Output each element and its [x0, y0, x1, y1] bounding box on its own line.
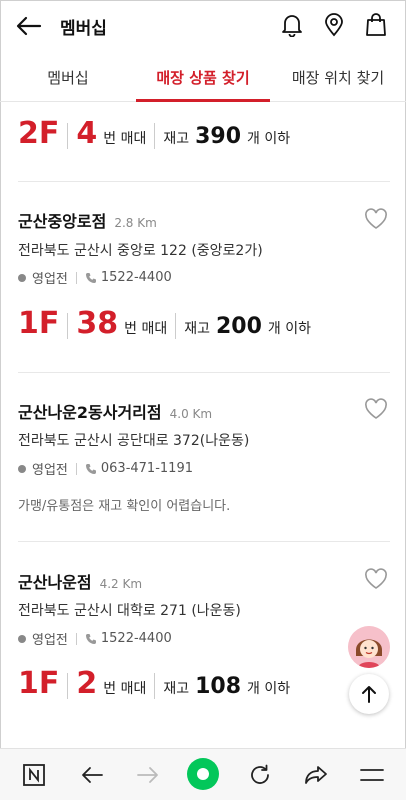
stock-label: 재고	[163, 131, 190, 147]
shelf-label: 번 매대	[103, 681, 147, 697]
shelf-number: 38	[76, 306, 119, 341]
browser-share-button[interactable]	[302, 761, 330, 789]
tab-bar: 멤버십 매장 상품 찾기 매장 위치 찾기	[0, 52, 406, 102]
floor-label: 1F	[18, 666, 60, 701]
tab-membership[interactable]: 멤버십	[0, 52, 136, 102]
stock-info-row: 2F 4 번 매대 재고 390 개 이하	[18, 116, 290, 156]
store-address: 전라북도 군산시 중앙로 122 (중앙로2가)	[18, 243, 263, 259]
page-title: 멤버십	[60, 19, 107, 39]
home-circle-icon	[187, 758, 219, 790]
status-dot	[18, 273, 26, 282]
store-status: 영업전	[32, 633, 68, 648]
bell-icon	[282, 15, 302, 37]
map-pin-icon	[325, 13, 343, 37]
stock-info-row: 1F 38 번 매대 재고 200 개 이하	[18, 306, 311, 346]
stock-count: 108	[195, 674, 242, 699]
stock-suffix: 개 이하	[247, 131, 291, 147]
refresh-icon	[251, 764, 269, 784]
naver-button[interactable]	[20, 761, 48, 789]
shelf-number: 4	[76, 116, 98, 151]
shelf-label: 번 매대	[103, 131, 147, 147]
tab-store-location-search[interactable]: 매장 위치 찾기	[270, 52, 406, 102]
store-address: 전라북도 군산시 공단대로 372(나운동)	[18, 433, 250, 449]
floor-label: 1F	[18, 306, 60, 341]
shelf-number: 2	[76, 666, 98, 701]
store-location-button[interactable]	[321, 12, 347, 38]
share-icon	[305, 766, 327, 784]
stock-notice: 가맹/유통점은 재고 확인이 어렵습니다.	[18, 499, 231, 514]
store-name[interactable]: 군산나운2동사거리점 4.0 Km	[18, 399, 212, 423]
store-status: 영업전	[32, 272, 68, 287]
phone-icon	[85, 272, 96, 283]
status-dot	[18, 464, 26, 473]
phone-icon	[85, 633, 96, 644]
active-tab-indicator	[136, 99, 270, 102]
store-name-text: 군산중앙로점	[18, 212, 107, 231]
stock-count: 390	[195, 124, 242, 149]
divider	[18, 181, 390, 182]
separator	[75, 462, 77, 475]
separator	[154, 123, 156, 149]
browser-home-button[interactable]	[186, 757, 220, 791]
separator	[154, 673, 156, 699]
back-button[interactable]	[14, 12, 44, 40]
avatar-icon	[348, 626, 390, 668]
back-arrow-icon	[16, 16, 42, 36]
heart-icon[interactable]	[364, 208, 388, 230]
header: 멤버십	[0, 0, 406, 52]
store-meta: 영업전 1522-4400	[18, 629, 172, 648]
divider	[18, 541, 390, 542]
store-address: 전라북도 군산시 대학로 271 (나운동)	[18, 603, 241, 619]
separator	[67, 673, 69, 699]
store-status: 영업전	[32, 463, 68, 478]
notification-button[interactable]	[279, 12, 305, 38]
scroll-to-top-button[interactable]	[349, 674, 389, 714]
forward-arrow-icon	[137, 767, 158, 783]
divider	[18, 372, 390, 373]
browser-refresh-button[interactable]	[246, 761, 274, 789]
browser-forward-button[interactable]	[134, 761, 162, 789]
arrow-up-icon	[362, 686, 376, 703]
store-distance: 4.2 Km	[99, 577, 143, 591]
store-phone[interactable]: 063-471-1191	[101, 461, 193, 476]
stock-count: 200	[215, 314, 262, 339]
stock-label: 재고	[163, 681, 190, 697]
store-distance: 4.0 Km	[169, 407, 213, 421]
floor-label: 2F	[18, 116, 60, 151]
cart-button[interactable]	[363, 12, 389, 38]
menu-icon	[360, 769, 384, 781]
browser-menu-button[interactable]	[358, 761, 386, 789]
separator	[75, 632, 77, 645]
naver-n-icon	[23, 764, 45, 786]
heart-icon[interactable]	[364, 568, 388, 590]
store-phone[interactable]: 1522-4400	[101, 631, 172, 646]
separator	[67, 123, 69, 149]
store-meta: 영업전 1522-4400	[18, 268, 172, 287]
tab-store-product-search[interactable]: 매장 상품 찾기	[136, 52, 270, 102]
status-dot	[18, 634, 26, 643]
back-arrow-icon	[82, 767, 103, 783]
shopping-bag-icon	[366, 13, 386, 36]
store-name[interactable]: 군산나운점 4.2 Km	[18, 569, 142, 593]
stock-info-row: 1F 2 번 매대 재고 108 개 이하	[18, 666, 290, 706]
phone-icon	[85, 463, 96, 474]
heart-icon[interactable]	[364, 398, 388, 420]
stock-suffix: 개 이하	[247, 681, 291, 697]
browser-back-button[interactable]	[78, 761, 106, 789]
chatbot-avatar-button[interactable]	[348, 626, 390, 668]
store-meta: 영업전 063-471-1191	[18, 459, 193, 478]
store-phone[interactable]: 1522-4400	[101, 270, 172, 285]
shelf-label: 번 매대	[124, 321, 168, 337]
stock-label: 재고	[184, 321, 210, 337]
store-name[interactable]: 군산중앙로점 2.8 Km	[18, 208, 157, 232]
store-name-text: 군산나운2동사거리점	[18, 403, 162, 422]
browser-bottom-bar	[0, 748, 406, 800]
store-distance: 2.8 Km	[114, 216, 157, 230]
separator	[75, 271, 77, 284]
stock-suffix: 개 이하	[267, 321, 312, 337]
separator	[175, 313, 177, 339]
store-name-text: 군산나운점	[18, 573, 92, 592]
separator	[67, 313, 69, 339]
